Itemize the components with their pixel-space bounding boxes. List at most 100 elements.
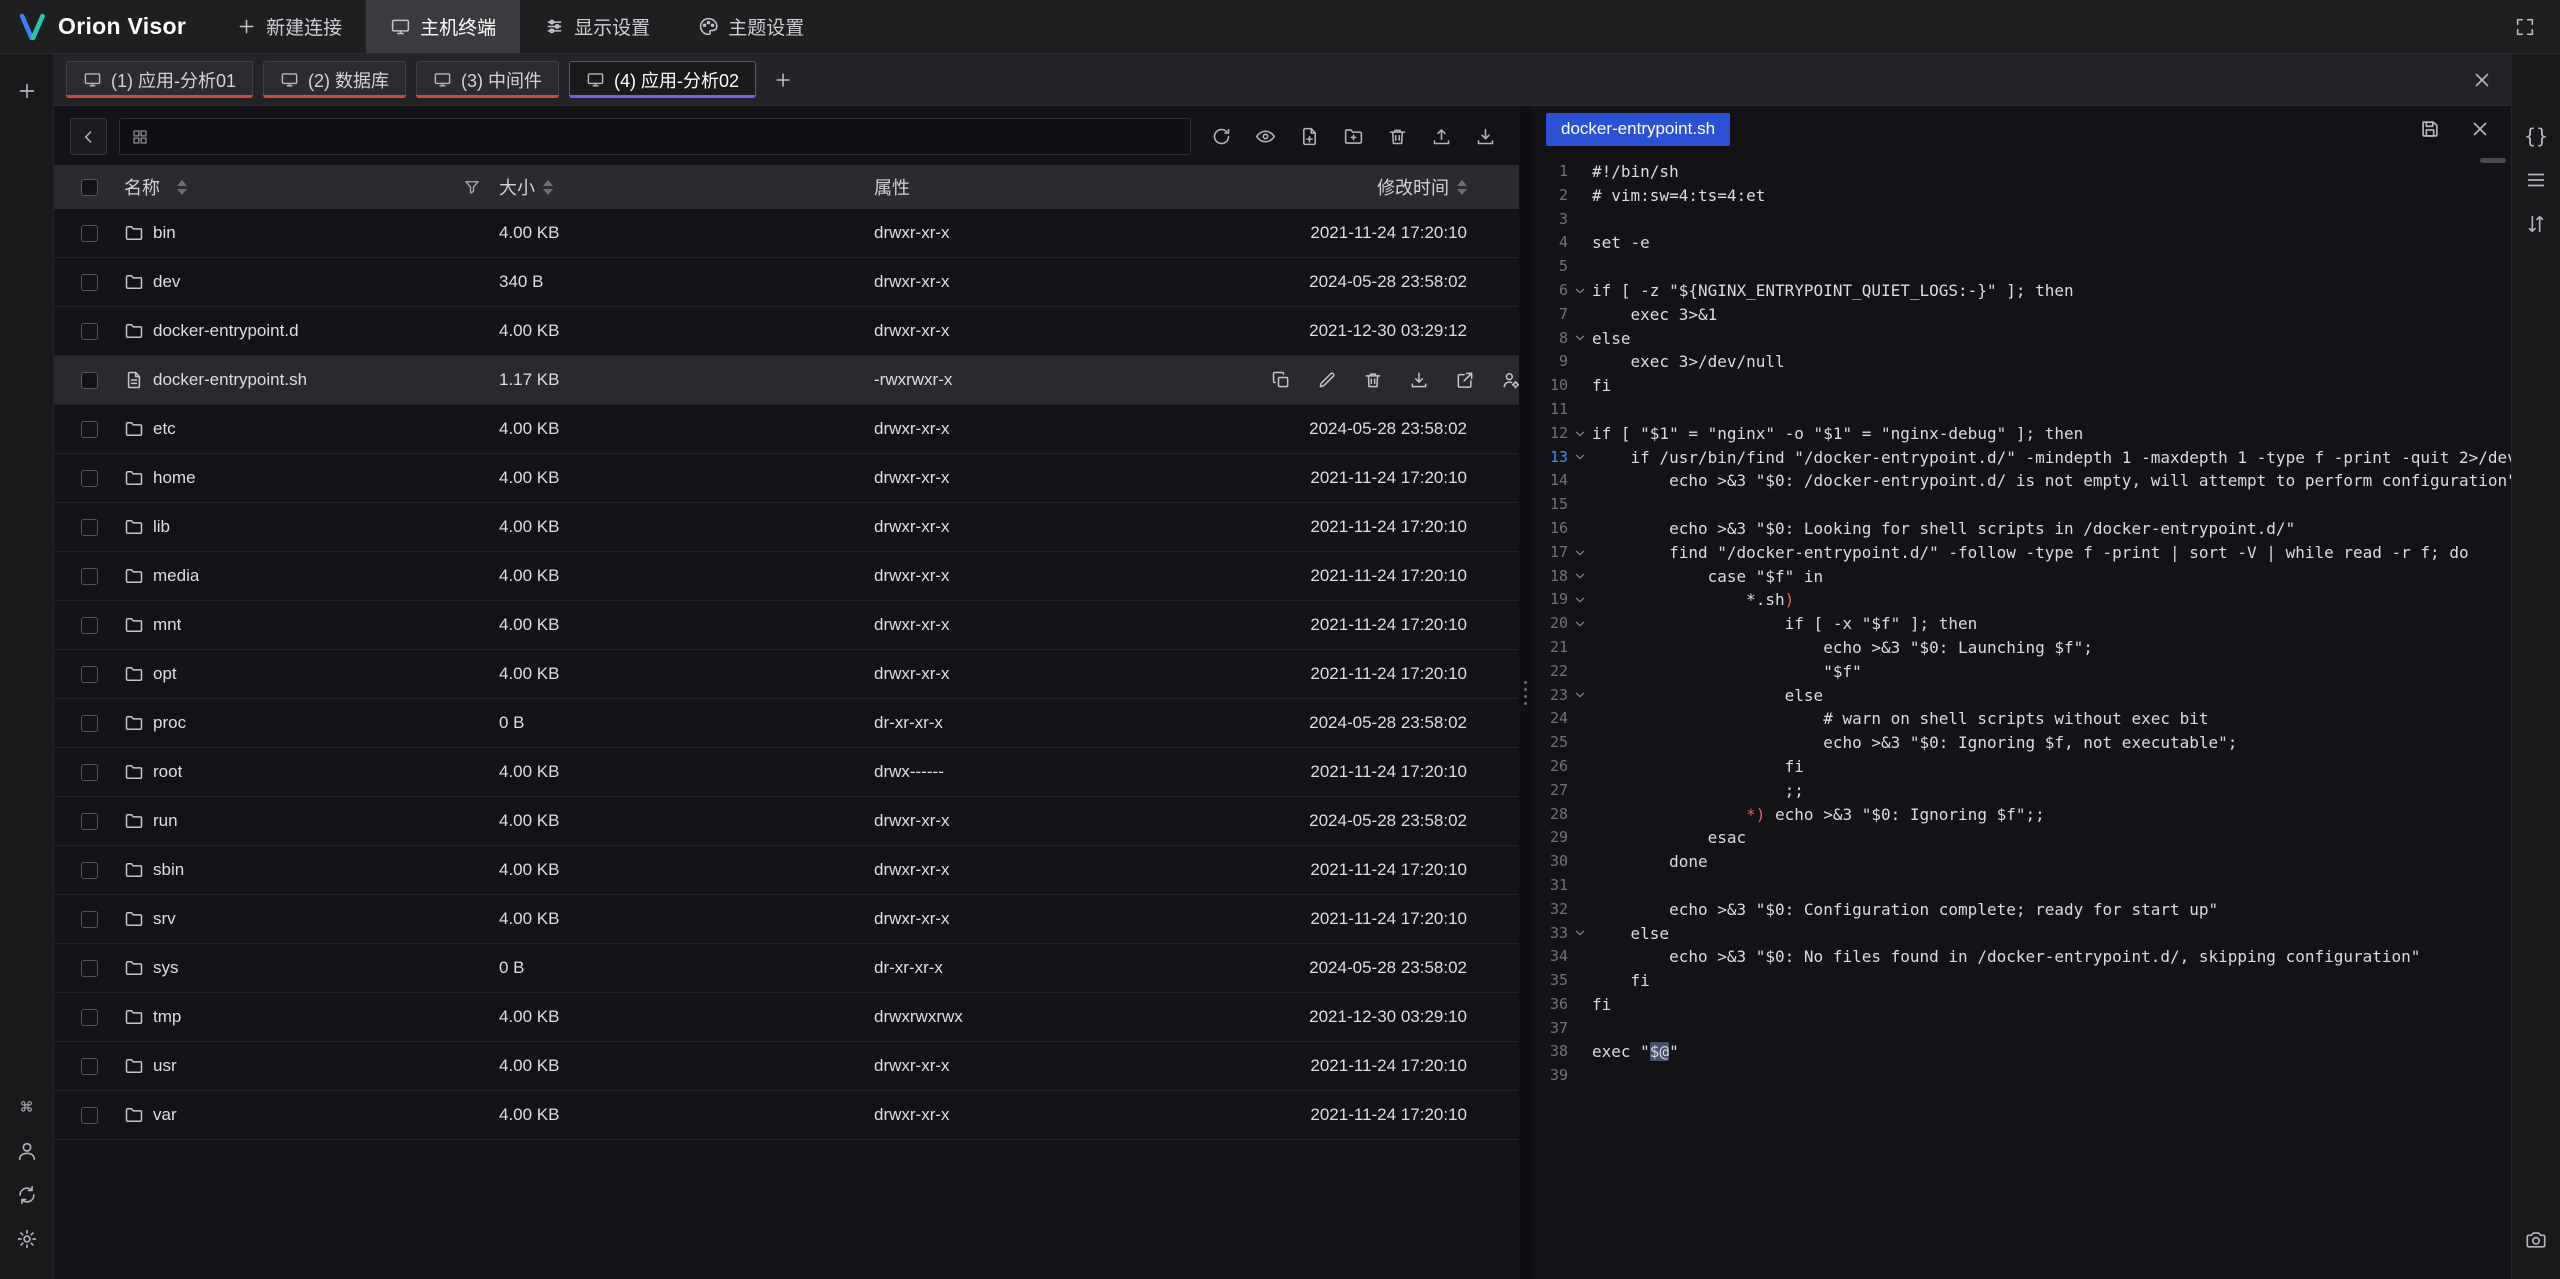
file-row-run[interactable]: run4.00 KBdrwxr-xr-x2024-05-28 23:58:02	[54, 797, 1519, 846]
toolbar-refresh-button[interactable]	[1203, 119, 1239, 155]
row-checkbox[interactable]	[81, 1058, 98, 1075]
row-checkbox[interactable]	[81, 617, 98, 634]
code-editor[interactable]: 1#!/bin/sh2# vim:sw=4:ts=4:et34set -e56i…	[1532, 152, 2511, 1279]
file-row-srv[interactable]: srv4.00 KBdrwxr-xr-x2021-11-24 17:20:10	[54, 895, 1519, 944]
file-row-dev[interactable]: dev340 Bdrwxr-xr-x2024-05-28 23:58:02	[54, 258, 1519, 307]
editor-file-tab[interactable]: docker-entrypoint.sh	[1546, 113, 1730, 146]
row-checkbox[interactable]	[81, 274, 98, 291]
close-editor-button[interactable]	[2463, 112, 2497, 146]
row-action-download-button[interactable]	[1407, 368, 1431, 392]
panel-splitter[interactable]	[1519, 106, 1532, 1279]
back-button[interactable]	[70, 118, 107, 155]
file-row-bin[interactable]: bin4.00 KBdrwxr-xr-x2021-11-24 17:20:10	[54, 209, 1519, 258]
row-checkbox[interactable]	[81, 568, 98, 585]
row-action-user-gear-button[interactable]	[1499, 368, 1519, 392]
settings-button[interactable]	[9, 1221, 45, 1257]
sort-size-carets[interactable]	[543, 180, 553, 195]
row-checkbox[interactable]	[81, 911, 98, 928]
sync-button[interactable]	[9, 1177, 45, 1213]
sort-mtime-carets[interactable]	[1457, 180, 1467, 195]
column-mtime-label[interactable]: 修改时间	[1377, 174, 1449, 200]
terminal-tab-2[interactable]: (2) 数据库	[263, 61, 406, 98]
fold-toggle[interactable]	[1568, 612, 1592, 636]
menu-grid-icon[interactable]	[131, 128, 149, 146]
toolbar-eye-button[interactable]	[1247, 119, 1283, 155]
snippets-button[interactable]: {}	[2518, 118, 2554, 154]
path-input[interactable]	[158, 127, 1179, 147]
fold-toggle[interactable]	[1568, 922, 1592, 946]
sort-order-button[interactable]	[2518, 206, 2554, 242]
close-all-tabs-button[interactable]	[2465, 63, 2499, 97]
terminal-tab-3[interactable]: (3) 中间件	[416, 61, 559, 98]
row-checkbox[interactable]	[81, 372, 98, 389]
fullscreen-button[interactable]	[2508, 10, 2542, 44]
command-list-button[interactable]	[2518, 162, 2554, 198]
file-row-tmp[interactable]: tmp4.00 KBdrwxrwxrwx2021-12-30 03:29:10	[54, 993, 1519, 1042]
fold-toggle[interactable]	[1568, 446, 1592, 470]
chevron-down-icon	[1573, 593, 1587, 607]
file-row-etc[interactable]: etc4.00 KBdrwxr-xr-x2024-05-28 23:58:02	[54, 405, 1519, 454]
fold-toggle[interactable]	[1568, 684, 1592, 708]
row-checkbox[interactable]	[81, 960, 98, 977]
new-connection-button[interactable]	[9, 73, 45, 109]
toolbar-file-plus-button[interactable]	[1291, 119, 1327, 155]
column-size-label[interactable]: 大小	[499, 174, 535, 200]
shortcuts-button[interactable]: ⌘	[9, 1089, 45, 1125]
file-row-docker-entrypoint.sh[interactable]: docker-entrypoint.sh1.17 KB-rwxrwxr-x	[54, 356, 1519, 405]
fold-toggle[interactable]	[1568, 541, 1592, 565]
save-file-button[interactable]	[2413, 112, 2447, 146]
toolbar-download-button[interactable]	[1467, 119, 1503, 155]
fold-toggle[interactable]	[1568, 279, 1592, 303]
file-row-media[interactable]: media4.00 KBdrwxr-xr-x2021-11-24 17:20:1…	[54, 552, 1519, 601]
select-all-checkbox[interactable]	[81, 179, 98, 196]
row-checkbox[interactable]	[81, 470, 98, 487]
row-checkbox[interactable]	[81, 1009, 98, 1026]
add-tab-button[interactable]	[766, 63, 800, 97]
terminal-tab-1[interactable]: (1) 应用-分析01	[66, 61, 253, 98]
row-action-pencil-button[interactable]	[1315, 368, 1339, 392]
scrollbar-thumb[interactable]	[2480, 158, 2506, 163]
toolbar-upload-button[interactable]	[1423, 119, 1459, 155]
row-checkbox[interactable]	[81, 862, 98, 879]
menu-item-display-settings[interactable]: 显示设置	[520, 0, 674, 53]
row-checkbox[interactable]	[81, 323, 98, 340]
fold-toggle[interactable]	[1568, 422, 1592, 446]
sort-name-carets[interactable]	[177, 180, 187, 195]
file-row-docker-entrypoint.d[interactable]: docker-entrypoint.d4.00 KBdrwxr-xr-x2021…	[54, 307, 1519, 356]
screenshot-button[interactable]	[2518, 1221, 2554, 1257]
row-checkbox[interactable]	[81, 813, 98, 830]
row-action-trash-button[interactable]	[1361, 368, 1385, 392]
file-row-var[interactable]: var4.00 KBdrwxr-xr-x2021-11-24 17:20:10	[54, 1091, 1519, 1140]
row-checkbox[interactable]	[81, 1107, 98, 1124]
toolbar-trash-button[interactable]	[1379, 119, 1415, 155]
file-row-proc[interactable]: proc0 Bdr-xr-xr-x2024-05-28 23:58:02	[54, 699, 1519, 748]
row-checkbox[interactable]	[81, 666, 98, 683]
file-row-lib[interactable]: lib4.00 KBdrwxr-xr-x2021-11-24 17:20:10	[54, 503, 1519, 552]
line-number: 33	[1544, 922, 1568, 946]
row-checkbox[interactable]	[81, 764, 98, 781]
column-name-label[interactable]: 名称	[124, 174, 160, 200]
fold-toggle[interactable]	[1568, 327, 1592, 351]
row-action-move-button[interactable]	[1453, 368, 1477, 392]
row-action-copy-button[interactable]	[1269, 368, 1293, 392]
file-row-usr[interactable]: usr4.00 KBdrwxr-xr-x2021-11-24 17:20:10	[54, 1042, 1519, 1091]
row-checkbox[interactable]	[81, 715, 98, 732]
file-row-root[interactable]: root4.00 KBdrwx------2021-11-24 17:20:10	[54, 748, 1519, 797]
file-row-home[interactable]: home4.00 KBdrwxr-xr-x2021-11-24 17:20:10	[54, 454, 1519, 503]
file-row-sys[interactable]: sys0 Bdr-xr-xr-x2024-05-28 23:58:02	[54, 944, 1519, 993]
file-row-sbin[interactable]: sbin4.00 KBdrwxr-xr-x2021-11-24 17:20:10	[54, 846, 1519, 895]
fold-toggle[interactable]	[1568, 588, 1592, 612]
row-checkbox[interactable]	[81, 519, 98, 536]
menu-item-theme-settings[interactable]: 主题设置	[674, 0, 828, 53]
filter-icon[interactable]	[463, 178, 481, 196]
toolbar-folder-plus-button[interactable]	[1335, 119, 1371, 155]
terminal-tab-4[interactable]: (4) 应用-分析02	[569, 61, 756, 98]
menu-item-host-terminal[interactable]: 主机终端	[366, 0, 520, 53]
file-row-opt[interactable]: opt4.00 KBdrwxr-xr-x2021-11-24 17:20:10	[54, 650, 1519, 699]
row-checkbox[interactable]	[81, 421, 98, 438]
fold-toggle[interactable]	[1568, 565, 1592, 589]
row-checkbox[interactable]	[81, 225, 98, 242]
menu-item-new-connection[interactable]: 新建连接	[212, 0, 366, 53]
user-info-button[interactable]	[9, 1133, 45, 1169]
file-row-mnt[interactable]: mnt4.00 KBdrwxr-xr-x2021-11-24 17:20:10	[54, 601, 1519, 650]
